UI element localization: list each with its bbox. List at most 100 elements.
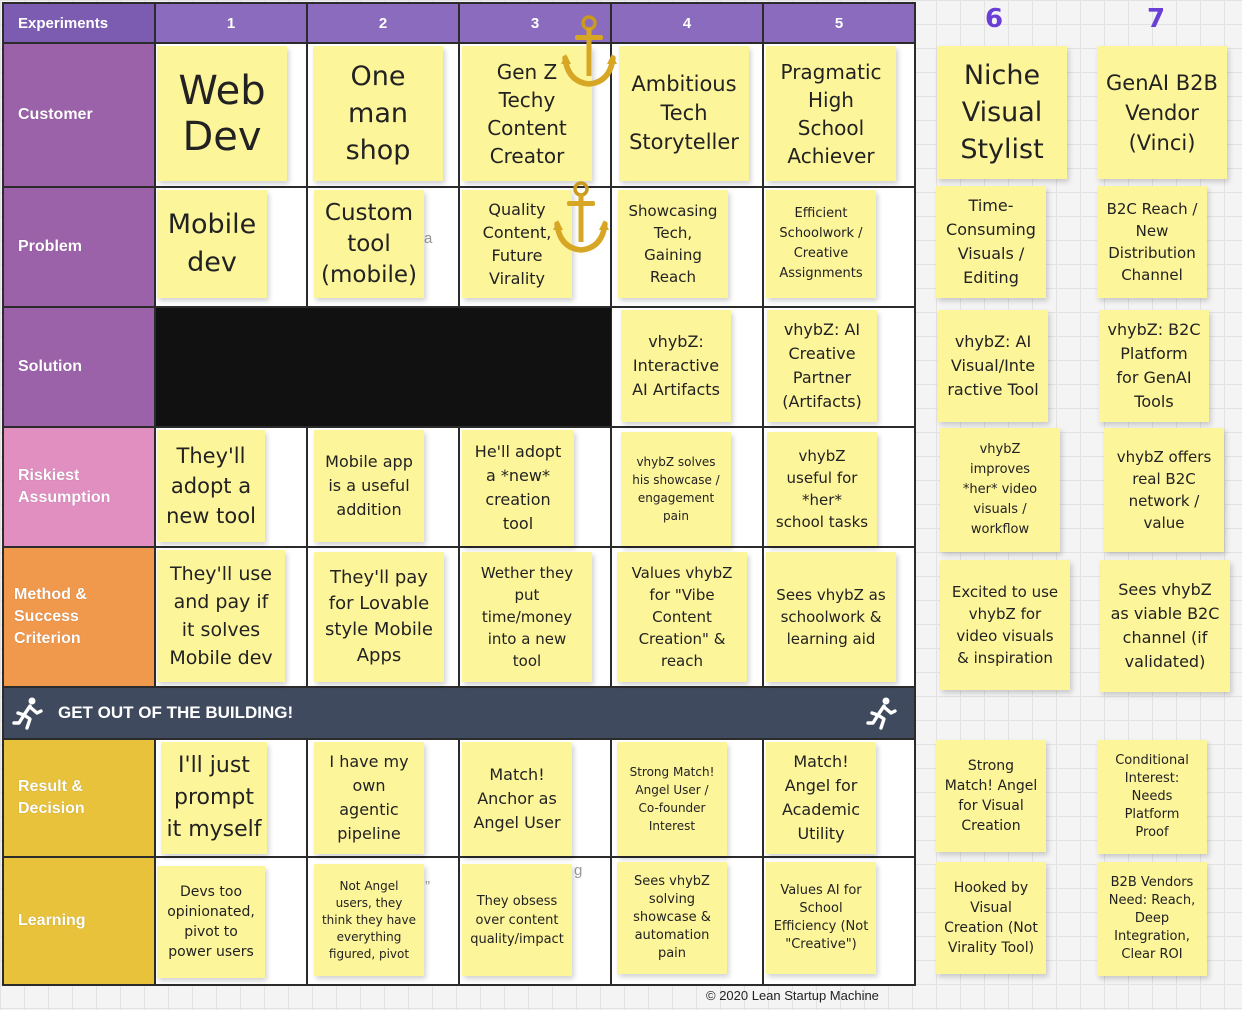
row-label-text: Solution [18, 358, 82, 375]
note-text: Pragmatic High School Achiever [780, 59, 882, 168]
row-label-text: Riskiest Assumption [18, 467, 111, 506]
sticky-note[interactable]: Conditional Interest: Needs Platform Pro… [1097, 740, 1207, 854]
ghost-text: a [424, 230, 433, 247]
note-text: Wether they put time/money into a new to… [480, 564, 574, 670]
row-label-text: Result & Decision [18, 778, 85, 817]
sticky-note[interactable]: vhybZ: AI Creative Partner (Artifacts) [767, 310, 877, 422]
row-label-result: Result & Decision [4, 740, 154, 856]
sticky-note[interactable]: Match! Angel for Academic Utility [766, 742, 876, 854]
sticky-note[interactable]: Web Dev [157, 46, 287, 181]
sticky-note[interactable]: Devs too opinionated, pivot to power use… [157, 866, 265, 978]
note-text: Sees vhybZ solving showcase & automation… [633, 874, 711, 961]
sticky-note[interactable]: I'll just prompt it myself [161, 742, 267, 854]
column-header-1: 1 [156, 4, 306, 42]
running-man-icon [864, 695, 900, 731]
grid-line [762, 2, 764, 686]
sticky-note[interactable]: B2C Reach / New Distribution Channel [1097, 186, 1207, 298]
note-text: I'll just prompt it myself [166, 753, 262, 842]
note-text: vhybZ: B2C Platform for GenAI Tools [1107, 320, 1201, 411]
note-text: Sees vhybZ as viable B2C channel (if val… [1110, 580, 1220, 671]
sticky-note[interactable]: Strong Match! Angel for Visual Creation [936, 740, 1046, 852]
note-text: I have my own agentic pipeline [329, 752, 409, 843]
sticky-note[interactable]: Values AI for School Efficiency (Not "Cr… [766, 862, 876, 974]
note-text: Niche Visual Stylist [960, 60, 1044, 165]
sticky-note[interactable]: vhybZ: AI Visual/Inte ractive Tool [938, 310, 1048, 422]
note-text: Match! Angel for Academic Utility [781, 752, 861, 843]
note-text: Values AI for School Efficiency (Not "Cr… [773, 883, 869, 952]
sticky-note[interactable]: They'll use and pay if it solves Mobile … [157, 550, 285, 682]
sticky-note[interactable]: I have my own agentic pipeline [314, 742, 424, 854]
note-text: vhybZ solves his showcase / engagement p… [632, 455, 720, 523]
get-out-banner: GET OUT OF THE BUILDING! [4, 688, 914, 738]
note-text: They'll adopt a new tool [166, 444, 256, 528]
note-text: They'll use and pay if it solves Mobile … [169, 563, 273, 669]
sticky-note[interactable]: Efficient Schoolwork / Creative Assignme… [766, 190, 876, 298]
note-text: Showcasing Tech, Gaining Reach [628, 202, 718, 286]
grid-line [458, 738, 460, 986]
sticky-note[interactable]: Ambitious Tech Storyteller [619, 46, 749, 181]
sticky-note[interactable]: vhybZ: B2C Platform for GenAI Tools [1099, 310, 1209, 422]
row-label-text: Problem [18, 238, 83, 255]
sticky-note[interactable]: Not Angel users, they think they have ev… [314, 864, 424, 976]
note-text: They'll pay for Lovable style Mobile App… [325, 567, 433, 666]
anchor-icon [552, 180, 610, 266]
note-text: vhybZ: AI Creative Partner (Artifacts) [782, 320, 862, 411]
sticky-note[interactable]: Match! Anchor as Angel User [462, 742, 572, 856]
column-header-5: 5 [764, 4, 914, 42]
experiments-header: Experiments [4, 4, 154, 42]
sticky-note[interactable]: They'll pay for Lovable style Mobile App… [314, 552, 444, 682]
sticky-note[interactable]: Custom tool (mobile) [314, 190, 424, 298]
anchor-icon [560, 14, 618, 100]
grid-line [914, 2, 916, 986]
sticky-note[interactable]: Sees vhybZ as schoolwork & learning aid [766, 552, 896, 682]
sticky-note[interactable]: Wether they put time/money into a new to… [462, 552, 592, 682]
grid-line [2, 2, 4, 986]
row-label-customer: Customer [4, 44, 154, 186]
sticky-note[interactable]: Niche Visual Stylist [937, 46, 1067, 179]
sticky-note[interactable]: One man shop [313, 46, 443, 181]
sticky-note[interactable]: Excited to use vhybZ for video visuals &… [940, 560, 1070, 690]
sticky-note[interactable]: They'll adopt a new tool [157, 430, 265, 542]
sticky-note[interactable]: GenAI B2B Vendor (Vinci) [1097, 46, 1227, 179]
sticky-note[interactable]: Mobile app is a useful addition [314, 430, 424, 542]
column-number: 3 [530, 14, 540, 32]
sticky-note[interactable]: vhybZ solves his showcase / engagement p… [621, 432, 731, 546]
sticky-note[interactable]: vhybZ useful for *her* school tasks [767, 432, 877, 546]
sticky-note[interactable]: Mobile dev [157, 190, 267, 298]
sticky-note[interactable]: Sees vhybZ as viable B2C channel (if val… [1100, 560, 1230, 692]
note-text: Web Dev [178, 67, 266, 160]
sticky-note[interactable]: vhybZ offers real B2C network / value [1104, 428, 1224, 552]
sticky-note[interactable]: Pragmatic High School Achiever [766, 46, 896, 181]
grid-line [610, 738, 612, 986]
row-label-text: Learning [18, 912, 86, 929]
grid-line [762, 738, 764, 986]
row-label-solution: Solution [4, 308, 154, 426]
note-text: Sees vhybZ as schoolwork & learning aid [776, 586, 886, 648]
column-header-6: 6 [984, 4, 1004, 34]
sticky-note[interactable]: Showcasing Tech, Gaining Reach [618, 190, 728, 298]
note-text: Values vhybZ for "Vibe Content Creation"… [631, 564, 733, 670]
sticky-note[interactable]: Hooked by Visual Creation (Not Virality … [936, 862, 1046, 974]
row-label-method: Method & Success Criterion [4, 548, 154, 686]
sticky-note[interactable]: They obsess over content quality/impact [462, 864, 572, 976]
note-text: Mobile app is a useful addition [325, 452, 413, 519]
sticky-note[interactable]: Time- Consuming Visuals / Editing [936, 186, 1046, 298]
sticky-note[interactable]: vhybZ: Interactive AI Artifacts [621, 310, 731, 422]
column-number: 4 [682, 14, 692, 32]
note-text: vhybZ improves *her* video visuals / wor… [962, 442, 1038, 537]
sticky-note[interactable]: Sees vhybZ solving showcase & automation… [617, 862, 727, 974]
sticky-note[interactable]: Strong Match! Angel User / Co-founder In… [617, 742, 727, 856]
sticky-note[interactable]: He'll adopt a *new* creation tool [462, 430, 574, 546]
copyright-text: © 2020 Lean Startup Machine [706, 988, 879, 1003]
note-text: vhybZ useful for *her* school tasks [775, 447, 869, 531]
sticky-note[interactable]: Values vhybZ for "Vibe Content Creation"… [617, 552, 747, 682]
redacted-area [156, 308, 611, 426]
note-text: B2B Vendors Need: Reach, Deep Integratio… [1108, 875, 1196, 962]
note-text: Time- Consuming Visuals / Editing [946, 196, 1036, 287]
note-text: Match! Anchor as Angel User [473, 765, 561, 832]
note-text: Custom tool (mobile) [321, 199, 417, 288]
column-number: 2 [378, 14, 388, 32]
column-header-7: 7 [1146, 4, 1166, 34]
sticky-note[interactable]: vhybZ improves *her* video visuals / wor… [940, 428, 1060, 552]
sticky-note[interactable]: B2B Vendors Need: Reach, Deep Integratio… [1097, 862, 1207, 976]
